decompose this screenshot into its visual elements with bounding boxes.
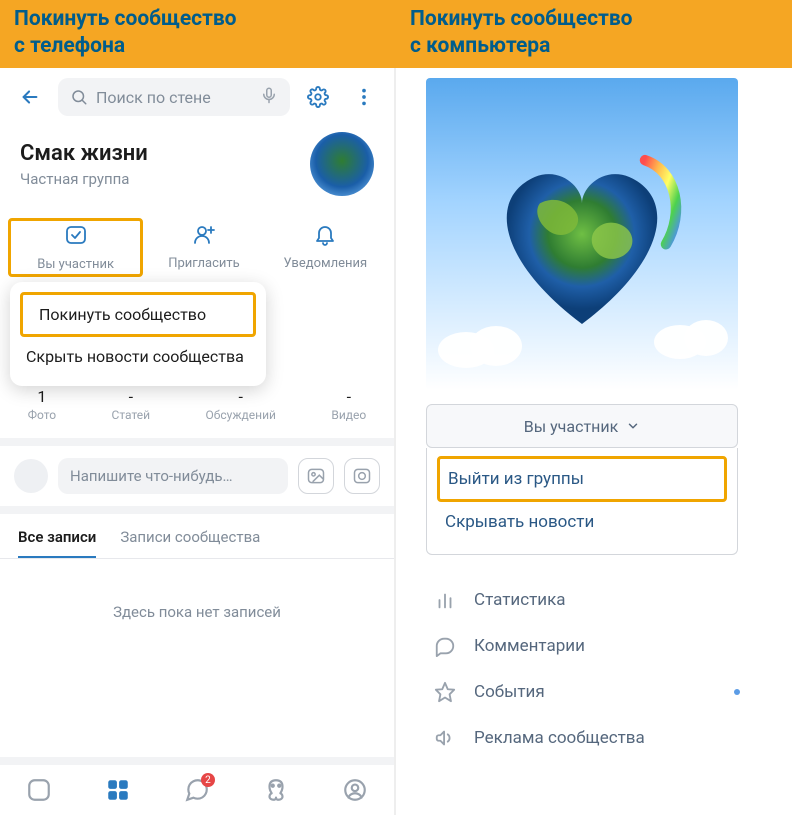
grid-icon: [105, 777, 131, 803]
profile-icon: [342, 777, 368, 803]
action-notify[interactable]: Уведомления: [265, 218, 386, 277]
group-avatar[interactable]: [310, 132, 374, 196]
banner-right: Покинуть cообщество с компьютера: [396, 0, 792, 68]
add-user-icon: [192, 222, 216, 246]
image-icon: [306, 466, 326, 486]
stat-photos[interactable]: 1 Фото: [28, 387, 56, 422]
feed-icon: [26, 777, 52, 803]
sidebar-ads-label: Реклама сообщества: [474, 728, 645, 748]
compose-placeholder: Напишите что-нибудь…: [70, 467, 233, 485]
sidebar-list: Статистика Комментарии События Реклама с…: [426, 577, 738, 761]
nav-feed[interactable]: [19, 777, 59, 803]
sidebar-comments-label: Комментарии: [474, 636, 585, 656]
group-header: Смак жизни Частная группа: [0, 126, 394, 210]
member-dropdown-menu: Выйти из группы Скрывать новости: [426, 448, 738, 555]
cloud-icon: [652, 316, 732, 362]
bell-icon: [313, 222, 337, 246]
stat-discussions[interactable]: - Обсуждений: [206, 387, 276, 422]
sidebar-comments[interactable]: Комментарии: [426, 623, 738, 669]
messages-badge: 2: [201, 773, 215, 787]
sidebar-events-label: События: [474, 682, 545, 702]
action-invite[interactable]: Пригласить: [143, 218, 264, 277]
group-title: Смак жизни: [20, 141, 148, 166]
banner-left-line1: Покинуть cообщество: [14, 7, 237, 31]
compose-row: Напишите что-нибудь…: [0, 446, 394, 514]
member-dropdown[interactable]: Вы участник: [426, 404, 738, 448]
more-vertical-icon: [353, 86, 375, 108]
nav-profile[interactable]: [335, 777, 375, 803]
nav-messages[interactable]: 2: [177, 777, 217, 803]
banner-right-line1: Покинуть cообщество: [410, 7, 633, 31]
group-actions: Вы участник Пригласить Уведомления: [0, 210, 394, 281]
back-button[interactable]: [12, 79, 48, 115]
gear-icon: [307, 86, 329, 108]
popover-hide-news[interactable]: Скрыть новости сообщества: [10, 337, 266, 376]
search-input[interactable]: Поиск по стене: [58, 78, 290, 116]
member-dropdown-label: Вы участник: [524, 417, 619, 436]
compose-input[interactable]: Напишите что-нибудь…: [58, 458, 288, 494]
banner-left-line2: с телефона: [14, 34, 125, 58]
mic-icon: [260, 86, 278, 104]
more-button[interactable]: [346, 79, 382, 115]
action-member-label: Вы участник: [37, 257, 114, 272]
bars-icon: [434, 589, 456, 611]
tab-community[interactable]: Записи сообщества: [120, 528, 260, 558]
star-icon: [434, 681, 456, 703]
check-square-icon: [64, 223, 88, 247]
desktop-screen: Вы участник Выйти из группы Скрывать нов…: [396, 68, 792, 815]
arrow-left-icon: [19, 86, 41, 108]
circle-icon: [352, 466, 372, 486]
mobile-topbar: Поиск по стене: [0, 68, 394, 126]
clips-icon: [263, 777, 289, 803]
empty-state: Здесь пока нет записей: [0, 558, 394, 765]
sidebar-ads[interactable]: Реклама сообщества: [426, 715, 738, 761]
earth-heart-illustration: [477, 145, 687, 335]
menu-hide-news[interactable]: Скрывать новости: [437, 502, 727, 542]
menu-leave-group[interactable]: Выйти из группы: [437, 456, 727, 502]
group-subtitle: Частная группа: [20, 170, 148, 188]
search-placeholder: Поиск по стене: [96, 88, 211, 107]
bottom-nav: 2: [0, 765, 394, 815]
event-dot-indicator: [734, 689, 740, 695]
attach-photo-button[interactable]: [298, 458, 334, 494]
stat-videos[interactable]: - Видео: [331, 387, 366, 422]
comment-icon: [434, 635, 456, 657]
megaphone-icon: [434, 727, 456, 749]
settings-button[interactable]: [300, 79, 336, 115]
action-member[interactable]: Вы участник: [8, 218, 143, 277]
tab-all[interactable]: Все записи: [18, 528, 96, 558]
sidebar-events[interactable]: События: [426, 669, 738, 715]
wall-tabs: Все записи Записи сообщества: [0, 514, 394, 558]
stat-articles[interactable]: - Статей: [112, 387, 151, 422]
popover-leave[interactable]: Покинуть сообщество: [23, 295, 253, 334]
chevron-down-icon: [626, 419, 640, 433]
nav-services[interactable]: [98, 777, 138, 803]
group-stats: 1 Фото - Статей - Обсуждений - Видео: [0, 377, 394, 446]
group-cover[interactable]: [426, 78, 738, 390]
mobile-screen: Поиск по стене Смак жизни Частная группа: [0, 68, 396, 815]
banner-left: Покинуть cообщество с телефона: [0, 0, 396, 68]
action-invite-label: Пригласить: [168, 256, 240, 271]
nav-clips[interactable]: [256, 777, 296, 803]
sidebar-stats[interactable]: Статистика: [426, 577, 738, 623]
member-popover: Покинуть сообщество Скрыть новости сообщ…: [10, 282, 266, 386]
banner-right-line2: с компьютера: [410, 34, 550, 58]
attach-more-button[interactable]: [344, 458, 380, 494]
action-notify-label: Уведомления: [283, 256, 367, 271]
cloud-icon: [436, 320, 526, 370]
search-icon: [70, 88, 88, 106]
sidebar-stats-label: Статистика: [474, 590, 566, 610]
user-avatar[interactable]: [14, 459, 48, 493]
